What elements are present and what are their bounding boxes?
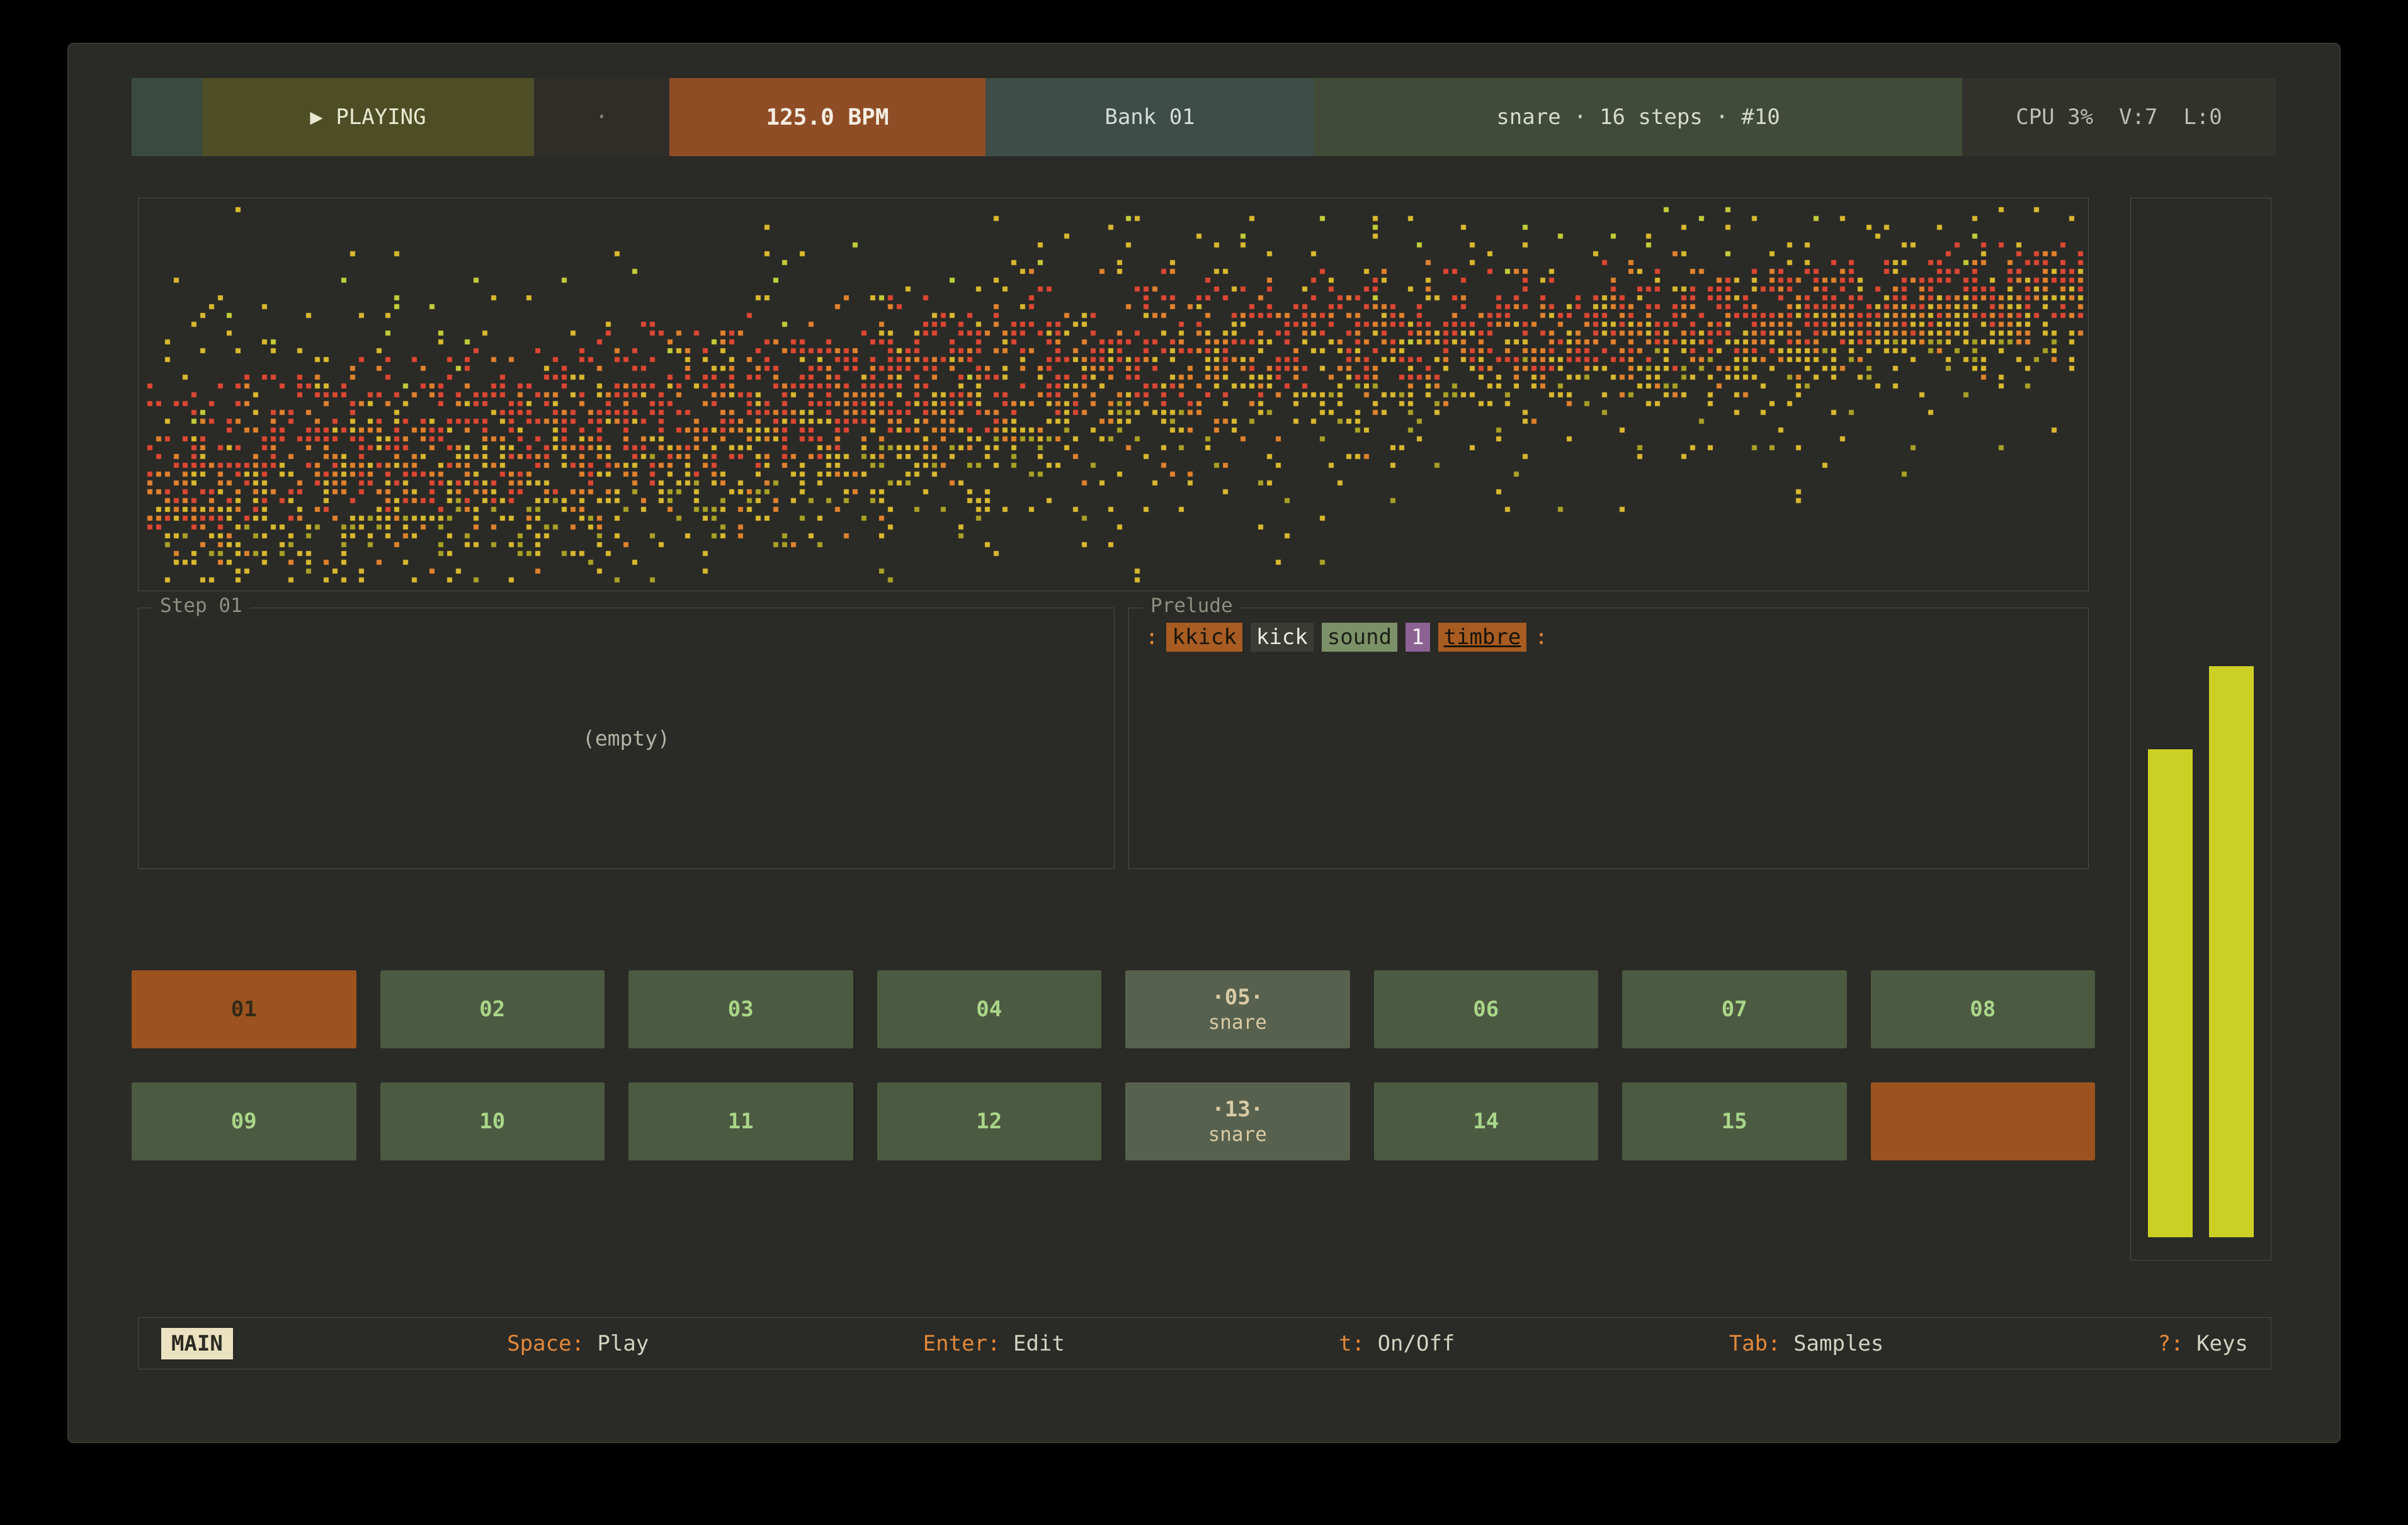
- step-label: 14: [1473, 1109, 1499, 1134]
- step-button-02[interactable]: 02: [380, 970, 605, 1048]
- step-label: ·05·: [1212, 985, 1263, 1010]
- step-button-08[interactable]: 08: [1871, 970, 2096, 1048]
- prelude-panel-title: Prelude: [1143, 594, 1241, 617]
- step-label: 01: [231, 997, 257, 1022]
- transport-status: ▶ PLAYING: [202, 78, 534, 156]
- key-hint: Space: Play: [507, 1331, 649, 1356]
- step-button-06[interactable]: 06: [1374, 970, 1599, 1048]
- step-label: 15: [1722, 1109, 1747, 1134]
- step-sample-name: snare: [1208, 1011, 1267, 1034]
- step-label: 10: [479, 1109, 505, 1134]
- hint-key: Enter:: [923, 1331, 1001, 1356]
- step-button-03[interactable]: 03: [628, 970, 853, 1048]
- step-sample-name: snare: [1208, 1123, 1267, 1146]
- step-button-12[interactable]: 12: [877, 1082, 1102, 1160]
- code-token: kick: [1251, 623, 1314, 652]
- step-label: 08: [1970, 997, 1996, 1022]
- step-button-11[interactable]: 11: [628, 1082, 853, 1160]
- key-hint: t: On/Off: [1339, 1331, 1455, 1356]
- bank-display: Bank 01: [985, 78, 1314, 156]
- key-hint: Tab: Samples: [1729, 1331, 1884, 1356]
- track-info-display: snare · 16 steps · #10: [1314, 78, 1962, 156]
- mode-badge: MAIN: [161, 1328, 233, 1359]
- hint-desc: On/Off: [1365, 1331, 1455, 1356]
- meter-panel: [2130, 198, 2271, 1261]
- bpm-display: 125.0 BPM: [669, 78, 985, 156]
- status-bar: ▶ PLAYING · 125.0 BPM Bank 01 snare · 16…: [132, 78, 2276, 156]
- hint-desc: Keys: [2184, 1331, 2248, 1356]
- step-button-07[interactable]: 07: [1622, 970, 1847, 1048]
- step-button-14[interactable]: 14: [1374, 1082, 1599, 1160]
- step-button-10[interactable]: 10: [380, 1082, 605, 1160]
- code-token: :: [1535, 625, 1547, 650]
- hint-key: Tab:: [1729, 1331, 1781, 1356]
- system-stats-display: CPU 3% V:7 L:0: [1962, 78, 2276, 156]
- step-button-09[interactable]: 09: [132, 1082, 356, 1160]
- prelude-code-line[interactable]: : kkick kick sound 1 timbre:: [1129, 608, 2088, 667]
- hint-desc: Samples: [1781, 1331, 1884, 1356]
- step-label: 07: [1722, 997, 1747, 1022]
- bottom-bar: MAIN Space: Play Enter: Edit t: On/Off Tab:…: [138, 1317, 2271, 1369]
- code-token: :: [1145, 625, 1158, 650]
- code-token: timbre: [1438, 623, 1527, 652]
- step-button-13[interactable]: ·13·snare: [1125, 1082, 1350, 1160]
- step-label: 02: [479, 997, 505, 1022]
- step-label: ·13·: [1212, 1097, 1263, 1122]
- hint-desc: Edit: [1001, 1331, 1065, 1356]
- prelude-panel: Prelude :kkickkicksound1timbre:: [1128, 608, 2089, 869]
- step-label: 09: [231, 1109, 257, 1134]
- hint-desc: Play: [584, 1331, 649, 1356]
- step-panel-title: Step 01: [152, 594, 250, 617]
- scatter-canvas: [139, 198, 2088, 589]
- step-empty-text: (empty): [139, 608, 1114, 868]
- step-button-15[interactable]: 15: [1622, 1082, 1847, 1160]
- pattern-visualization: [138, 198, 2089, 591]
- step-grid: 01020304·05·snare06070809101112·13·snare…: [132, 970, 2095, 1160]
- code-token: 1: [1406, 623, 1429, 652]
- hint-key: t:: [1339, 1331, 1365, 1356]
- meter-bar: [2148, 749, 2193, 1238]
- step-label: 03: [728, 997, 754, 1022]
- corner-tile: [132, 78, 202, 156]
- hint-key: ?:: [2158, 1331, 2184, 1356]
- key-hint: Enter: Edit: [923, 1331, 1065, 1356]
- step-label: 12: [976, 1109, 1002, 1134]
- step-button-blank[interactable]: [1871, 1082, 2096, 1160]
- step-button-01[interactable]: 01: [132, 970, 356, 1048]
- key-hint: ?: Keys: [2158, 1331, 2248, 1356]
- hint-key: Space:: [507, 1331, 584, 1356]
- meter-bar: [2209, 666, 2254, 1238]
- step-label: 11: [728, 1109, 754, 1134]
- code-token: kkick: [1166, 623, 1242, 652]
- step-label: 04: [976, 997, 1002, 1022]
- separator-segment: ·: [534, 78, 669, 156]
- step-button-04[interactable]: 04: [877, 970, 1102, 1048]
- step-label: 06: [1473, 997, 1499, 1022]
- code-token: sound: [1322, 623, 1397, 652]
- step-button-05[interactable]: ·05·snare: [1125, 970, 1350, 1048]
- app-window: ▶ PLAYING · 125.0 BPM Bank 01 snare · 16…: [67, 43, 2341, 1443]
- step-panel: Step 01 (empty): [138, 608, 1115, 869]
